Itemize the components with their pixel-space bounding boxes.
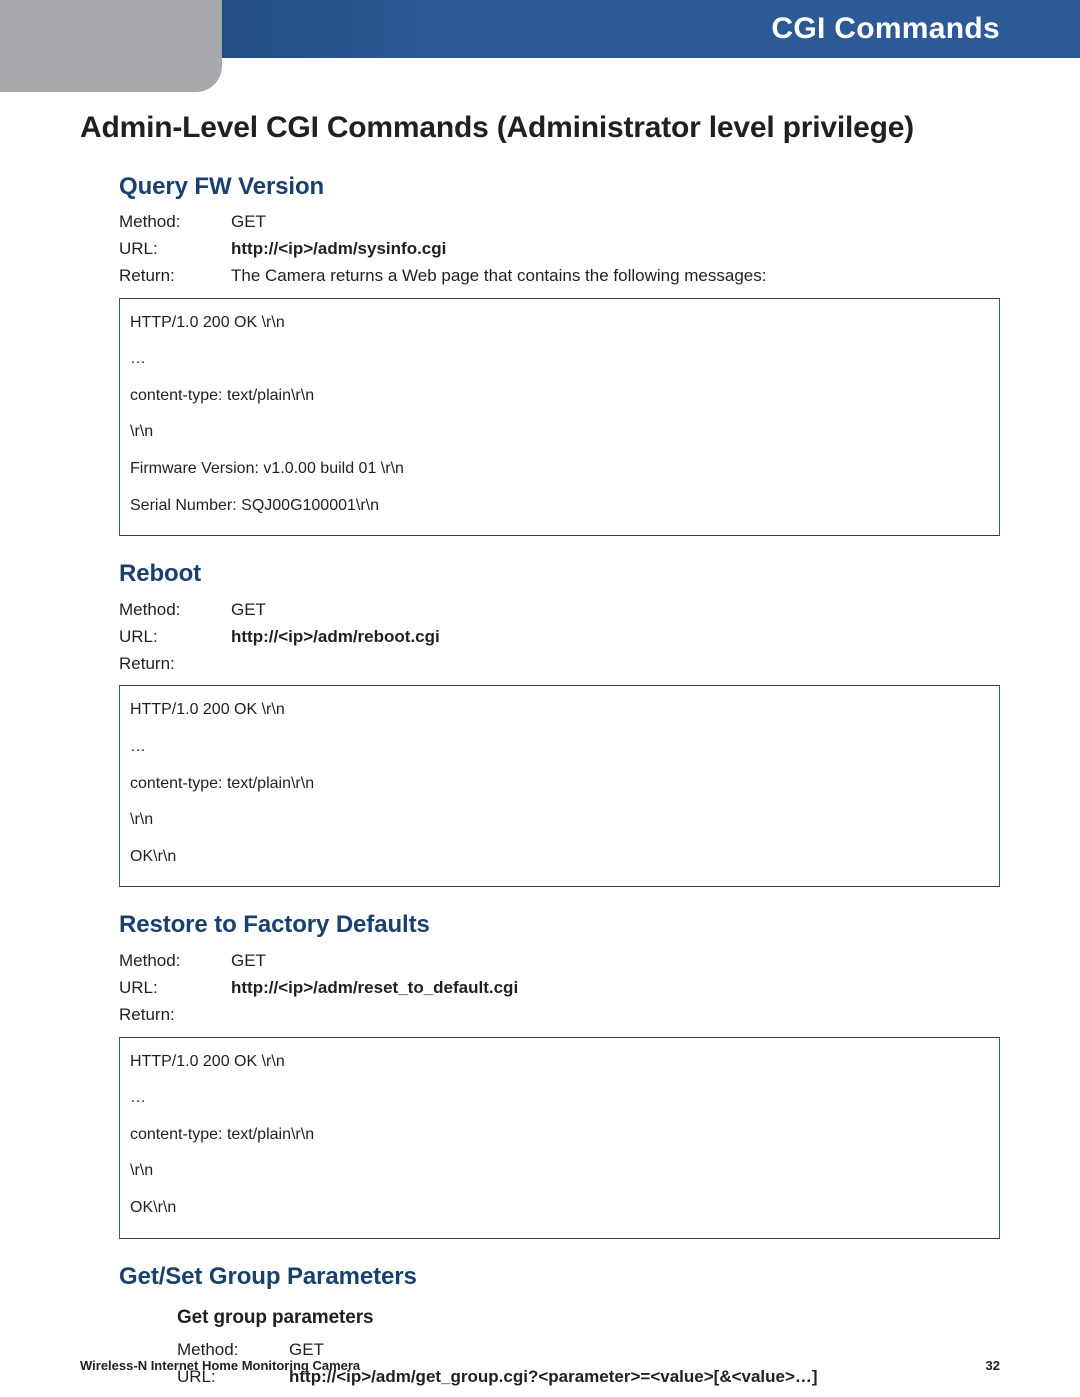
label-method: Method: (119, 211, 231, 234)
page-title: Admin-Level CGI Commands (Administrator … (80, 108, 1000, 149)
code-line: Firmware Version: v1.0.00 build 01 \r\n (130, 458, 989, 480)
header-title: CGI Commands (771, 9, 1000, 50)
label-url: URL: (119, 977, 231, 1000)
footer-page-number: 32 (986, 1357, 1000, 1375)
label-url: URL: (119, 626, 231, 649)
value-return (231, 1004, 1000, 1027)
code-line: \r\n (130, 809, 989, 831)
section-heading-restore: Restore to Factory Defaults (119, 909, 1000, 941)
code-line: content-type: text/plain\r\n (130, 1124, 989, 1146)
code-line: OK\r\n (130, 846, 989, 868)
code-line: \r\n (130, 421, 989, 443)
footer-left: Wireless-N Internet Home Monitoring Came… (80, 1357, 360, 1375)
code-line: … (130, 348, 989, 370)
label-return: Return: (119, 653, 231, 676)
def-row: Method: GET (119, 211, 1000, 234)
value-method: GET (231, 211, 1000, 234)
value-url: http://<ip>/adm/reset_to_default.cgi (231, 977, 1000, 1000)
code-line: content-type: text/plain\r\n (130, 773, 989, 795)
code-line: \r\n (130, 1160, 989, 1182)
def-row: Return: (119, 653, 1000, 676)
code-line: HTTP/1.0 200 OK \r\n (130, 699, 989, 721)
code-box-reboot: HTTP/1.0 200 OK \r\n … content-type: tex… (119, 685, 1000, 887)
code-line: … (130, 736, 989, 758)
def-row: URL: http://<ip>/adm/reset_to_default.cg… (119, 977, 1000, 1000)
def-row: URL: http://<ip>/adm/sysinfo.cgi (119, 238, 1000, 261)
section-heading-group-params: Get/Set Group Parameters (119, 1261, 1000, 1293)
code-line: OK\r\n (130, 1197, 989, 1219)
label-return: Return: (119, 1004, 231, 1027)
code-line: content-type: text/plain\r\n (130, 385, 989, 407)
value-method: GET (231, 950, 1000, 973)
def-row: URL: http://<ip>/adm/reboot.cgi (119, 626, 1000, 649)
def-row: Method: GET (119, 599, 1000, 622)
page-footer: Wireless-N Internet Home Monitoring Came… (80, 1357, 1000, 1375)
value-url: http://<ip>/adm/sysinfo.cgi (231, 238, 1000, 261)
label-url: URL: (119, 238, 231, 261)
label-return: Return: (119, 265, 231, 288)
value-return (231, 653, 1000, 676)
page-content: Admin-Level CGI Commands (Administrator … (0, 58, 1080, 1389)
value-method: GET (231, 599, 1000, 622)
code-line: HTTP/1.0 200 OK \r\n (130, 1051, 989, 1073)
code-line: … (130, 1087, 989, 1109)
subsection-heading-get-group: Get group parameters (177, 1305, 1000, 1331)
section-heading-reboot: Reboot (119, 558, 1000, 590)
value-return: The Camera returns a Web page that conta… (231, 265, 1000, 288)
code-line: HTTP/1.0 200 OK \r\n (130, 312, 989, 334)
label-method: Method: (119, 599, 231, 622)
sidebar-gray-tab (0, 0, 222, 92)
value-url: http://<ip>/adm/reboot.cgi (231, 626, 1000, 649)
label-method: Method: (119, 950, 231, 973)
def-row: Return: The Camera returns a Web page th… (119, 265, 1000, 288)
def-row: Method: GET (119, 950, 1000, 973)
code-box-restore: HTTP/1.0 200 OK \r\n … content-type: tex… (119, 1037, 1000, 1239)
code-line: Serial Number: SQJ00G100001\r\n (130, 495, 989, 517)
section-heading-query-fw: Query FW Version (119, 171, 1000, 203)
code-box-query-fw: HTTP/1.0 200 OK \r\n … content-type: tex… (119, 298, 1000, 537)
def-row: Return: (119, 1004, 1000, 1027)
